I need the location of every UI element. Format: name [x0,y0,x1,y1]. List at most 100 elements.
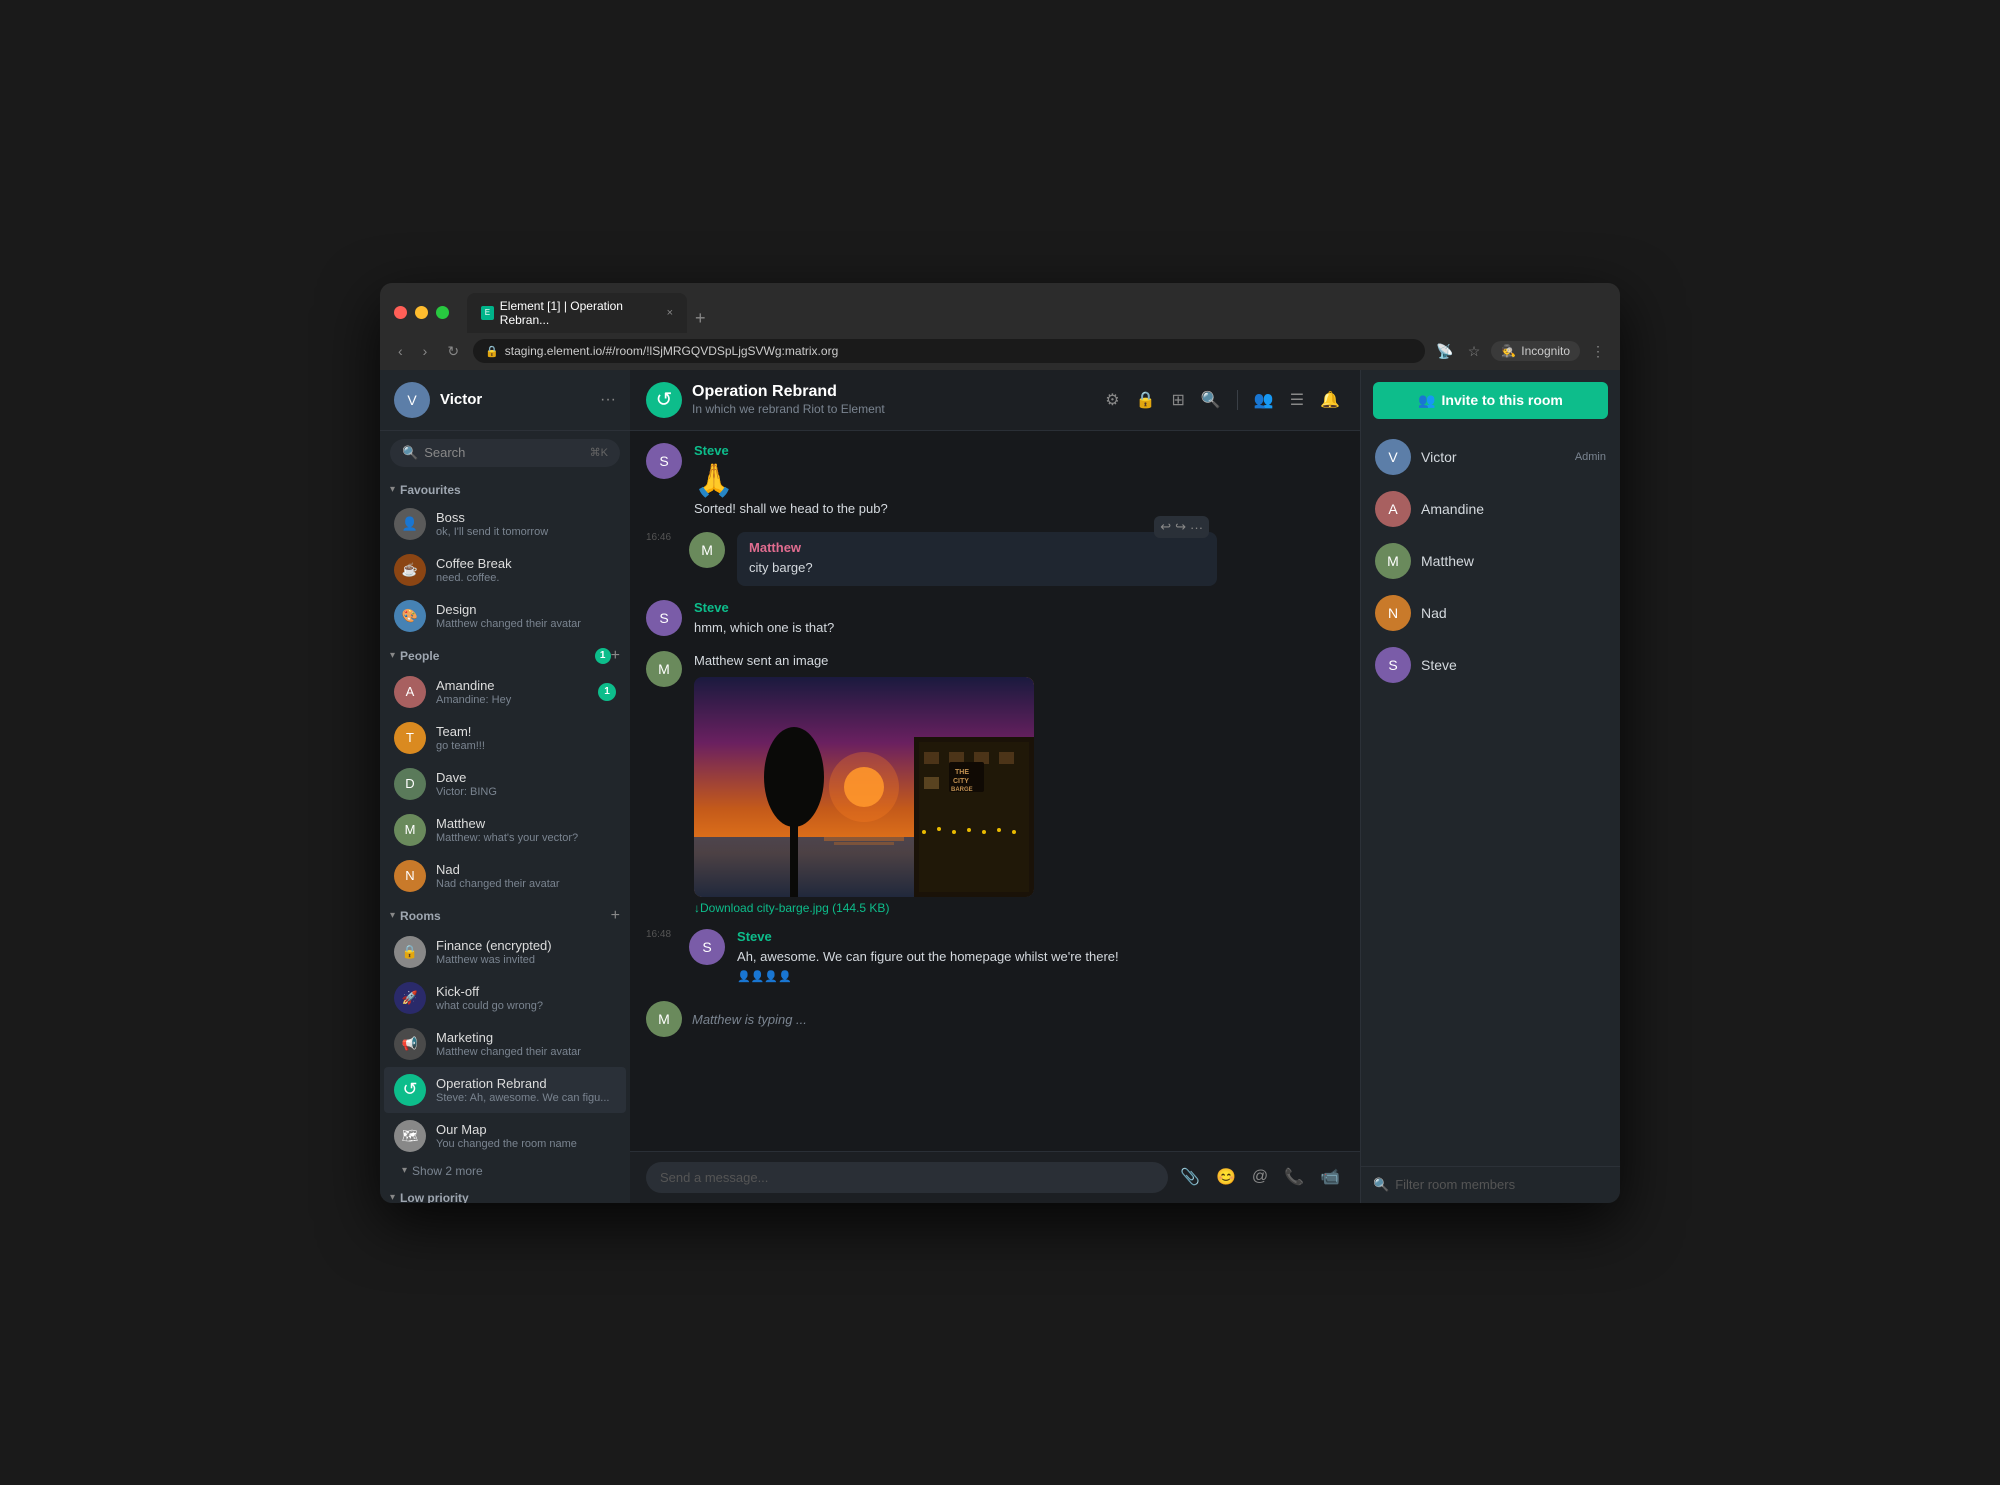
sidebar-item-marketing[interactable]: 📢 Marketing Matthew changed their avatar [384,1021,626,1067]
image-placeholder: THE CITY BARGE [694,677,1034,897]
window-minimize-btn[interactable] [415,306,428,319]
sidebar-item-kickoff[interactable]: 🚀 Kick-off what could go wrong? [384,975,626,1021]
voice-call-btn[interactable]: 📞 [1280,1163,1308,1191]
matthew-msg2-content: Matthew sent an image [694,651,1344,915]
rooms-add-btn[interactable]: + [611,907,620,925]
tab-close-btn[interactable]: × [667,307,673,319]
sidebar-item-boss[interactable]: 👤 Boss ok, I'll send it tomorrow [384,501,626,547]
marketing-avatar: 📢 [394,1028,426,1060]
message-group-steve1: S Steve 🙏 Sorted! shall we head to the p… [646,443,1344,519]
message-group-steve3: 16:48 S Steve Ah, awesome. We can figure… [646,929,1344,984]
coffee-info: Coffee Break need. coffee. [436,556,616,584]
reaction-avatars: 👤👤👤👤 [737,970,792,983]
user-name-label: Victor [440,391,590,408]
low-priority-label: Low priority [400,1191,620,1203]
amandine-avatar-rp: A [1375,491,1411,527]
more-actions-btn[interactable]: ··· [1190,519,1203,535]
apps-icon[interactable]: ⊞ [1167,386,1188,414]
typing-indicator: M Matthew is typing ... [646,997,1344,1041]
city-barge-image[interactable]: THE CITY BARGE [694,677,1034,897]
amandine-avatar: A [394,676,426,708]
threads-icon[interactable]: ☰ [1286,386,1308,414]
address-bar[interactable]: 🔒 staging.element.io/#/room/!lSjMRGQVDSp… [473,339,1425,363]
boss-preview: ok, I'll send it tomorrow [436,526,616,538]
invite-btn-label: Invite to this room [1442,392,1563,408]
sidebar-item-coffee-break[interactable]: ☕ Coffee Break need. coffee. [384,547,626,593]
nav-back-btn[interactable]: ‹ [392,339,409,363]
notifications-icon[interactable]: 🔔 [1316,386,1344,414]
settings-icon[interactable]: ⚙ [1101,386,1123,414]
people-label: People [400,649,595,663]
new-tab-btn[interactable]: + [687,304,714,333]
chat-room-name: Operation Rebrand [692,383,1091,401]
steve-avatar-rp: S [1375,647,1411,683]
favourites-list: 👤 Boss ok, I'll send it tomorrow ☕ Coffe… [380,501,630,639]
window-close-btn[interactable] [394,306,407,319]
filter-members-input[interactable] [1395,1177,1608,1192]
bookmark-icon[interactable]: ☆ [1465,340,1484,363]
invite-to-room-btn[interactable]: 👥 Invite to this room [1373,382,1608,419]
member-matthew[interactable]: M Matthew [1369,535,1612,587]
sidebar-item-nad[interactable]: N Nad Nad changed their avatar [384,853,626,899]
search-button[interactable]: 🔍 Search ⌘K [390,439,620,467]
download-link[interactable]: ↓Download city-barge.jpg (144.5 KB) [694,901,1344,915]
people-add-btn[interactable]: + [611,647,620,665]
matthew-avatar-rp: M [1375,543,1411,579]
attachment-btn[interactable]: 📎 [1176,1163,1204,1191]
member-nad[interactable]: N Nad [1369,587,1612,639]
sidebar-item-matthew[interactable]: M Matthew Matthew: what's your vector? [384,807,626,853]
members-icon[interactable]: 👥 [1250,386,1278,414]
mention-btn[interactable]: @ [1248,1164,1272,1190]
message-input[interactable] [646,1162,1168,1193]
favourites-section-header[interactable]: ▾ Favourites [380,475,630,501]
nav-forward-btn[interactable]: › [417,339,434,363]
emoji-btn[interactable]: 😊 [1212,1163,1240,1191]
sidebar-item-operation-rebrand[interactable]: ↺ Operation Rebrand Steve: Ah, awesome. … [384,1067,626,1113]
active-tab[interactable]: E Element [1] | Operation Rebran... × [467,293,687,333]
react-btn[interactable]: ↩ [1160,519,1171,535]
menu-icon[interactable]: ⋮ [1588,340,1608,363]
finance-info: Finance (encrypted) Matthew was invited [436,938,616,966]
design-avatar: 🎨 [394,600,426,632]
window-maximize-btn[interactable] [436,306,449,319]
favourites-chevron: ▾ [390,484,395,495]
sidebar-item-amandine[interactable]: A Amandine Amandine: Hey 1 [384,669,626,715]
steve-sender-label: Steve [694,443,1344,458]
finance-name: Finance (encrypted) [436,938,616,953]
browser-titlebar: E Element [1] | Operation Rebran... × + [380,283,1620,333]
sidebar-options-btn[interactable]: ··· [600,391,616,409]
sidebar-item-design[interactable]: 🎨 Design Matthew changed their avatar [384,593,626,639]
tab-favicon: E [481,306,494,320]
rooms-section-header[interactable]: ▾ Rooms + [380,899,630,929]
nad-preview: Nad changed their avatar [436,878,616,890]
kickoff-name: Kick-off [436,984,616,999]
matthew-msg-timestamp: 16:46 [646,532,671,543]
ourmap-info: Our Map You changed the room name [436,1122,616,1150]
sidebar-item-our-map[interactable]: 🗺 Our Map You changed the room name [384,1113,626,1159]
search-header-icon[interactable]: 🔍 [1197,386,1225,414]
sidebar: V Victor ··· 🔍 Search ⌘K ▾ Favourites [380,370,630,1203]
show-more-btn[interactable]: ▾ Show 2 more [380,1159,630,1183]
chat-messages: S Steve 🙏 Sorted! shall we head to the p… [630,431,1360,1151]
invite-icon: 👥 [1418,392,1435,409]
cast-icon[interactable]: 📡 [1433,340,1456,363]
sidebar-item-dave[interactable]: D Dave Victor: BING [384,761,626,807]
member-victor[interactable]: V Victor Admin [1369,431,1612,483]
people-section-header[interactable]: ▾ People 1 + [380,639,630,669]
victor-name: Victor [1421,449,1565,465]
member-steve[interactable]: S Steve [1369,639,1612,691]
sidebar-item-team[interactable]: T Team! go team!!! [384,715,626,761]
member-amandine[interactable]: A Amandine [1369,483,1612,535]
show-more-chevron: ▾ [402,1165,407,1176]
oprebrand-avatar: ↺ [394,1074,426,1106]
steve-msg3-timestamp: 16:48 [646,929,671,940]
low-priority-section-header[interactable]: ▾ Low priority [380,1183,630,1203]
rooms-list: 🔒 Finance (encrypted) Matthew was invite… [380,929,630,1159]
chat-header-actions: ⚙ 🔒 ⊞ 🔍 👥 ☰ 🔔 [1101,386,1344,414]
lock-header-icon[interactable]: 🔒 [1132,386,1160,414]
reply-btn[interactable]: ↪ [1175,519,1186,535]
video-call-btn[interactable]: 📹 [1316,1163,1344,1191]
nav-refresh-btn[interactable]: ↻ [441,339,465,364]
sidebar-item-finance[interactable]: 🔒 Finance (encrypted) Matthew was invite… [384,929,626,975]
nad-avatar-sidebar: N [394,860,426,892]
